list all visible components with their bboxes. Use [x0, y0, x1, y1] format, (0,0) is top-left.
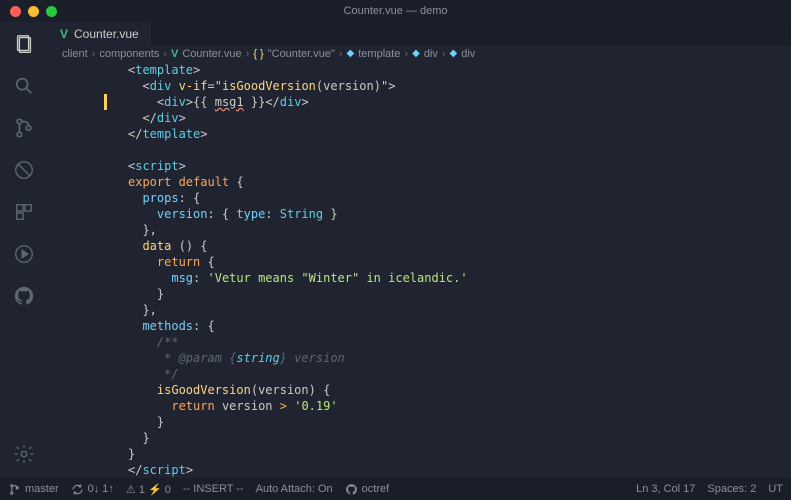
code-editor[interactable]: <template> <div v-if="isGoodVersion(vers…	[48, 62, 791, 478]
source-control-icon[interactable]	[12, 116, 36, 140]
breadcrumb-item[interactable]: client	[62, 48, 88, 60]
auto-attach[interactable]: Auto Attach: On	[256, 483, 333, 495]
titlebar: Counter.vue — demo	[0, 0, 791, 22]
breadcrumb-item[interactable]: div	[424, 48, 438, 60]
code-content[interactable]: <template> <div v-if="isGoodVersion(vers…	[108, 62, 791, 478]
tab-label: Counter.vue	[74, 27, 139, 41]
close-window-icon[interactable]	[10, 6, 21, 17]
line-highlight	[104, 94, 107, 110]
settings-icon[interactable]	[12, 442, 36, 466]
breadcrumb-item[interactable]: template	[358, 48, 400, 60]
breadcrumb-item[interactable]: components	[99, 48, 159, 60]
element-icon: ◆	[450, 48, 458, 59]
github-user[interactable]: octref	[345, 483, 390, 496]
search-icon[interactable]	[12, 74, 36, 98]
debug-icon[interactable]	[12, 158, 36, 182]
vue-file-icon: V	[60, 27, 68, 41]
chevron-right-icon: ›	[442, 48, 446, 60]
breadcrumb-item[interactable]: div	[461, 48, 475, 60]
window-title: Counter.vue — demo	[344, 5, 448, 17]
element-icon: ◆	[347, 48, 355, 59]
editor-area: V Counter.vue client › components › V Co…	[48, 22, 791, 478]
main-layout: V Counter.vue client › components › V Co…	[0, 22, 791, 478]
chevron-right-icon: ›	[404, 48, 408, 60]
explorer-icon[interactable]	[12, 32, 36, 56]
extensions-icon[interactable]	[12, 200, 36, 224]
breadcrumb[interactable]: client › components › V Counter.vue › { …	[48, 46, 791, 62]
vue-file-icon: V	[171, 48, 178, 60]
vim-mode: -- INSERT --	[183, 483, 244, 495]
tab-counter-vue[interactable]: V Counter.vue	[48, 22, 151, 46]
cursor-position[interactable]: Ln 3, Col 17	[636, 483, 695, 495]
maximize-window-icon[interactable]	[46, 6, 57, 17]
run-icon[interactable]	[12, 242, 36, 266]
github-icon[interactable]	[12, 284, 36, 308]
chevron-right-icon: ›	[339, 48, 343, 60]
chevron-right-icon: ›	[246, 48, 250, 60]
indentation[interactable]: Spaces: 2	[707, 483, 756, 495]
breadcrumb-item[interactable]: Counter.vue	[182, 48, 241, 60]
encoding[interactable]: UT	[768, 483, 783, 495]
tab-bar: V Counter.vue	[48, 22, 791, 46]
minimize-window-icon[interactable]	[28, 6, 39, 17]
object-icon: { }	[253, 48, 263, 60]
activity-bar	[0, 22, 48, 478]
chevron-right-icon: ›	[163, 48, 167, 60]
problems[interactable]: ⚠ 1 ⚡ 0	[126, 483, 171, 496]
chevron-right-icon: ›	[92, 48, 96, 60]
git-branch[interactable]: master	[8, 483, 59, 496]
sync-status[interactable]: 0↓ 1↑	[71, 483, 114, 496]
gutter	[48, 62, 108, 478]
statusbar: master 0↓ 1↑ ⚠ 1 ⚡ 0 -- INSERT -- Auto A…	[0, 478, 791, 500]
element-icon: ◆	[412, 48, 420, 59]
traffic-lights	[0, 6, 57, 17]
breadcrumb-item[interactable]: "Counter.vue"	[268, 48, 335, 60]
